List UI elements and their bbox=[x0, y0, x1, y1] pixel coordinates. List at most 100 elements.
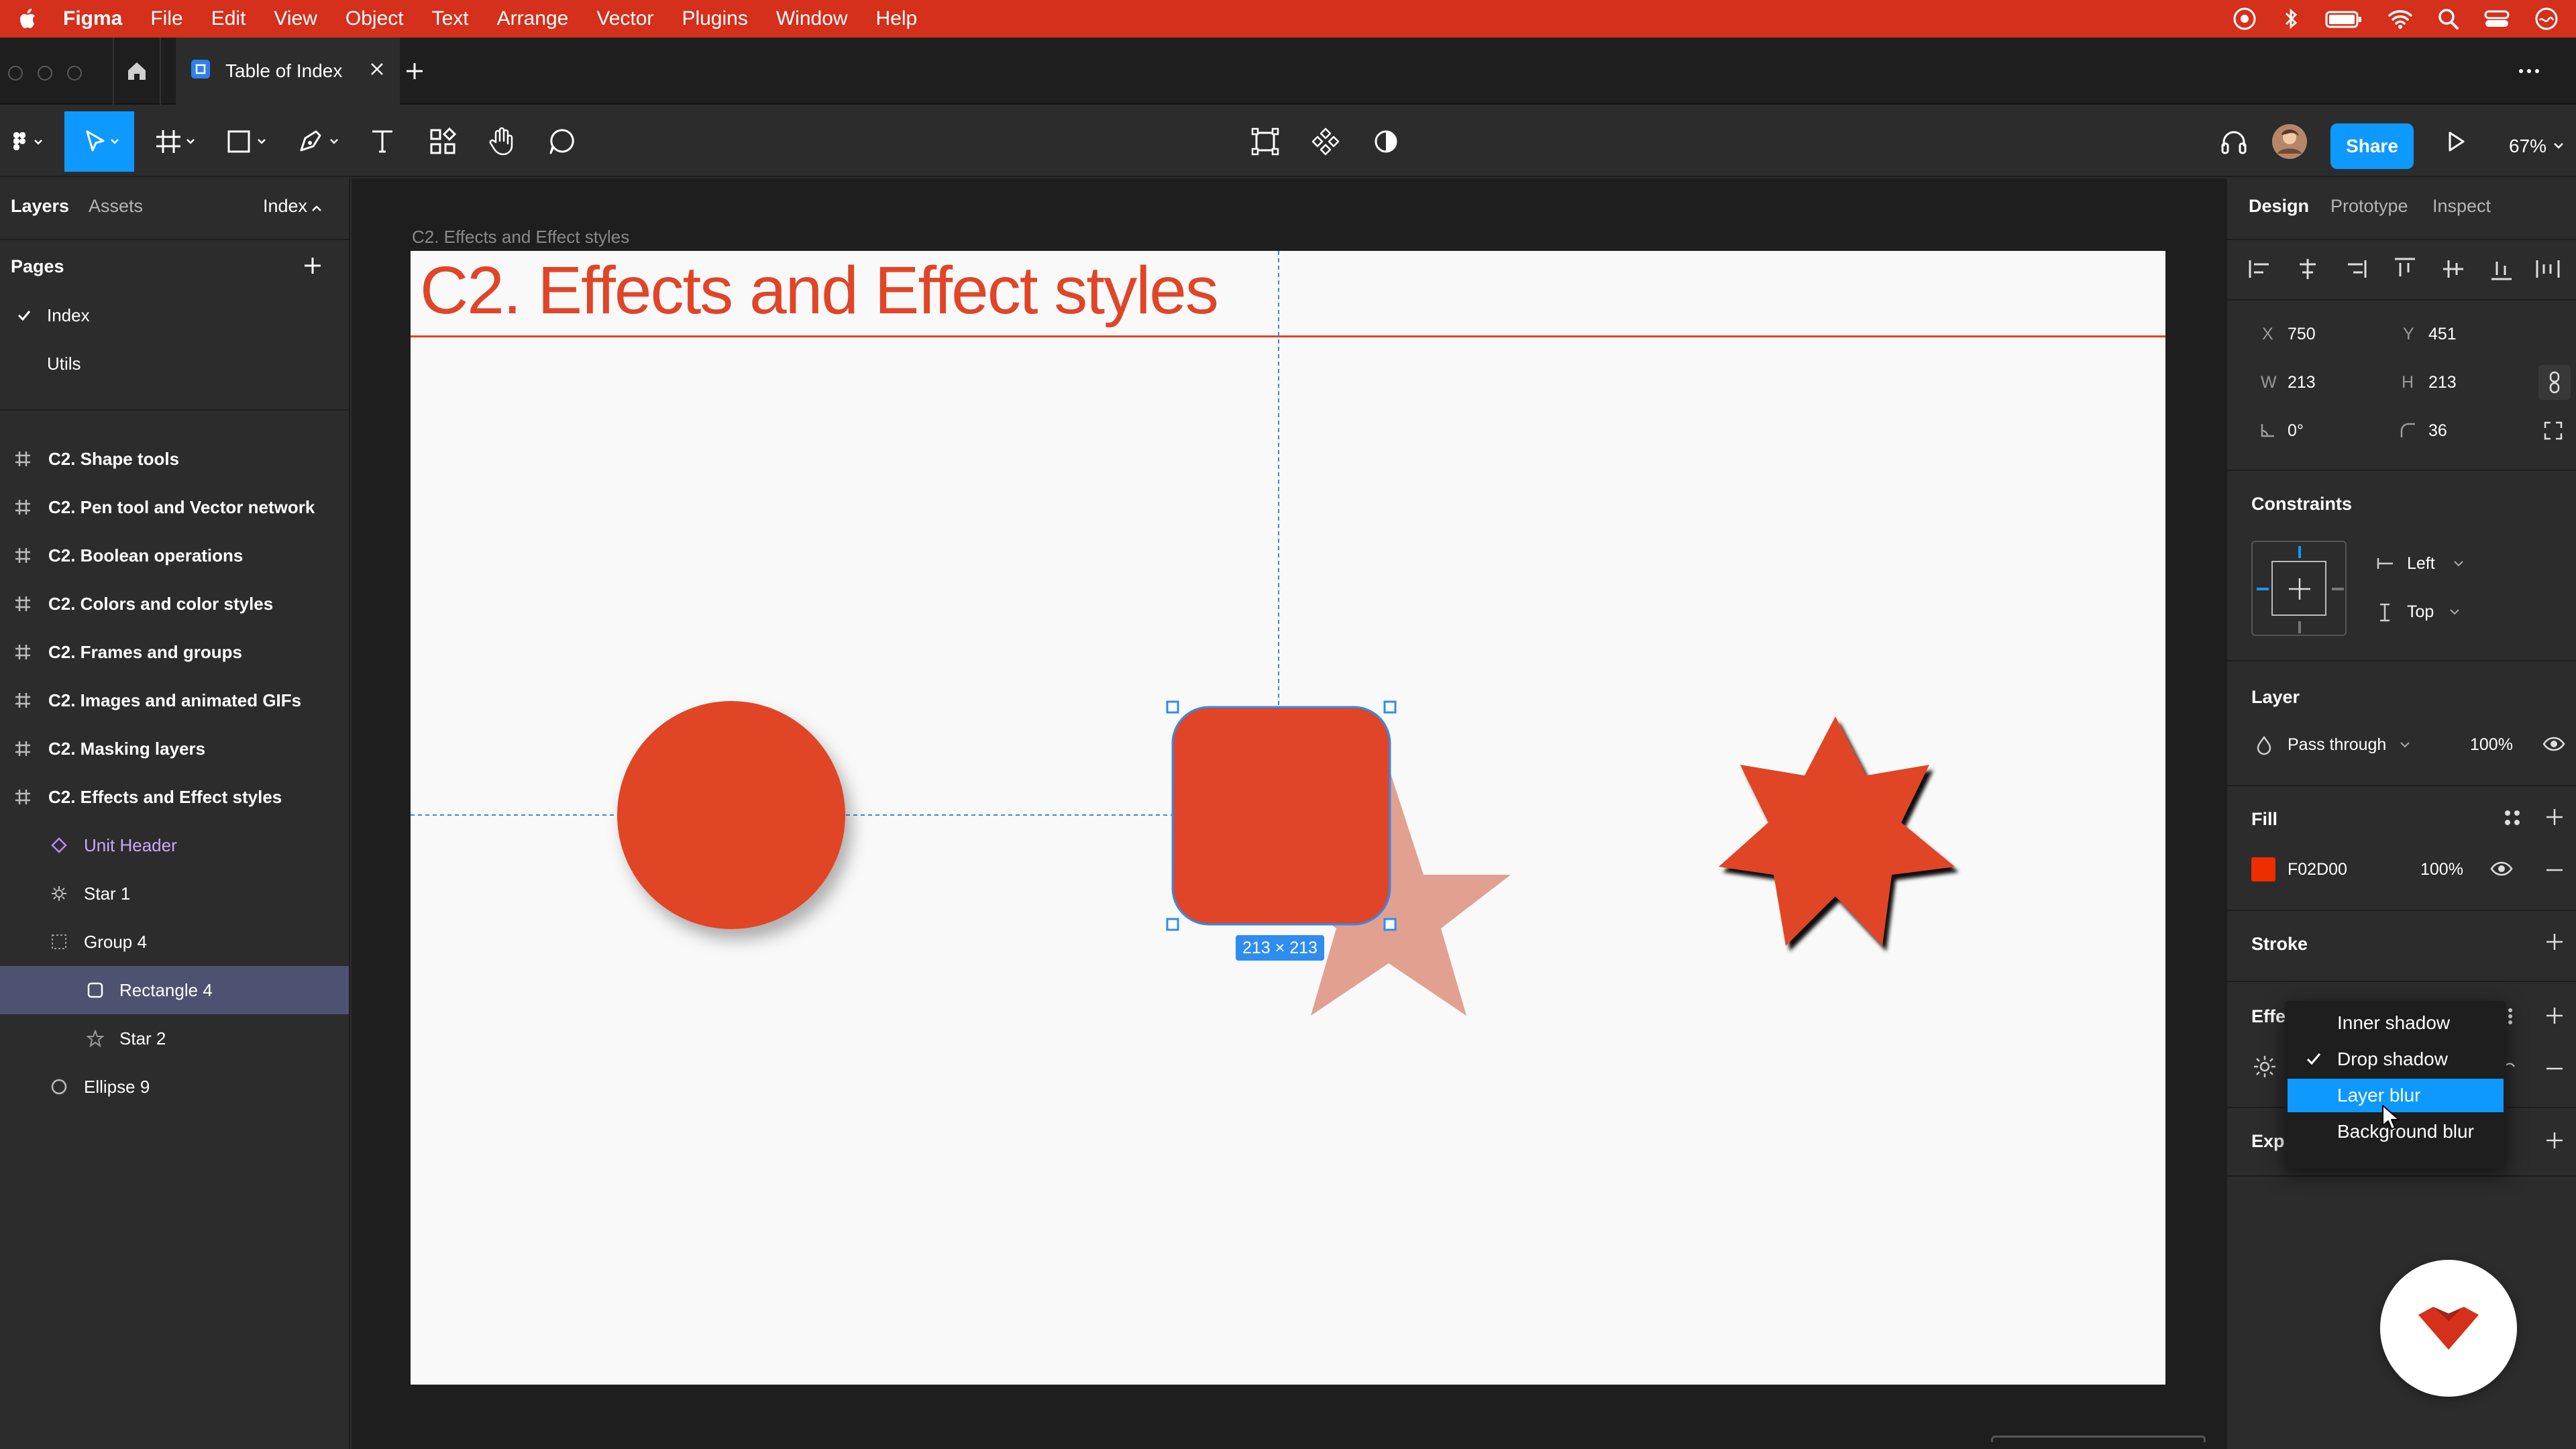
effect-option-inner-shadow[interactable]: Inner shadow bbox=[2288, 1006, 2504, 1040]
tab-layers[interactable]: Layers bbox=[11, 196, 69, 217]
window-close-control[interactable] bbox=[8, 66, 23, 80]
menu-plugins[interactable]: Plugins bbox=[682, 7, 747, 30]
hand-tool-button[interactable] bbox=[482, 111, 522, 172]
menu-vector[interactable]: Vector bbox=[596, 7, 653, 30]
layer-frame-pen-tool[interactable]: C2. Pen tool and Vector network bbox=[0, 483, 349, 531]
width-input[interactable]: 213 bbox=[2288, 373, 2316, 392]
layer-star-1[interactable]: Star 1 bbox=[0, 869, 349, 918]
wifi-icon[interactable] bbox=[2387, 5, 2414, 32]
creative-cloud-icon[interactable] bbox=[2231, 5, 2258, 32]
more-options-icon[interactable] bbox=[2516, 58, 2542, 88]
shape-tool-button[interactable] bbox=[216, 111, 276, 172]
frame-tool-button[interactable] bbox=[144, 111, 204, 172]
home-icon[interactable] bbox=[113, 38, 161, 105]
battery-icon[interactable] bbox=[2324, 5, 2364, 32]
frame-effects[interactable]: C2. Effects and Effect styles 213 × 213 bbox=[411, 251, 2165, 1385]
fill-hex-input[interactable]: F02D00 bbox=[2288, 860, 2347, 879]
menu-text[interactable]: Text bbox=[432, 7, 469, 30]
crop-tool-button[interactable] bbox=[1245, 111, 1285, 172]
control-center-icon[interactable] bbox=[2483, 5, 2510, 32]
constraint-top-active[interactable] bbox=[2298, 546, 2301, 558]
tab-prototype[interactable]: Prototype bbox=[2330, 196, 2408, 217]
tab-inspect[interactable]: Inspect bbox=[2432, 196, 2491, 217]
user-avatar[interactable] bbox=[2267, 111, 2312, 172]
tab-assets[interactable]: Assets bbox=[89, 196, 143, 217]
blend-mode-select[interactable]: Pass through bbox=[2288, 735, 2386, 755]
menu-edit[interactable]: Edit bbox=[211, 7, 246, 30]
comment-tool-button[interactable] bbox=[542, 111, 582, 172]
window-maximize-control[interactable] bbox=[67, 66, 82, 80]
tab-design[interactable]: Design bbox=[2249, 196, 2309, 217]
rotation-input[interactable]: 0° bbox=[2288, 421, 2304, 441]
constraint-right[interactable] bbox=[2332, 588, 2344, 590]
canvas[interactable]: C2. Effects and Effect styles C2. Effect… bbox=[352, 178, 2226, 1449]
page-item-index[interactable]: Index bbox=[0, 291, 349, 339]
horizontal-scrollbar[interactable] bbox=[1991, 1436, 2206, 1442]
layer-frame-boolean[interactable]: C2. Boolean operations bbox=[0, 531, 349, 580]
document-tab[interactable]: Table of Index bbox=[176, 38, 400, 105]
menu-arrange[interactable]: Arrange bbox=[497, 7, 569, 30]
add-stroke-icon[interactable] bbox=[2544, 931, 2565, 953]
layer-rectangle-4[interactable]: Rectangle 4 bbox=[0, 966, 349, 1014]
zoom-menu[interactable]: 67% bbox=[2509, 123, 2565, 169]
menu-help[interactable]: Help bbox=[876, 7, 918, 30]
menu-file[interactable]: File bbox=[150, 7, 182, 30]
pen-tool-button[interactable] bbox=[288, 111, 349, 172]
frame-name-label[interactable]: C2. Effects and Effect styles bbox=[412, 227, 629, 248]
spotlight-search-icon[interactable] bbox=[2436, 5, 2461, 32]
x-input[interactable]: 750 bbox=[2288, 325, 2316, 344]
remove-effect-icon[interactable] bbox=[2544, 1059, 2565, 1082]
layer-unit-header[interactable]: Unit Header bbox=[0, 821, 349, 869]
layer-frame-shape-tools[interactable]: C2. Shape tools bbox=[0, 435, 349, 483]
effect-settings-sun-icon[interactable] bbox=[2253, 1055, 2277, 1082]
menu-view[interactable]: View bbox=[274, 7, 317, 30]
window-minimize-control[interactable] bbox=[38, 66, 52, 80]
audio-call-button[interactable] bbox=[2214, 111, 2254, 172]
mask-button[interactable] bbox=[1366, 111, 1406, 172]
floating-logo-button[interactable] bbox=[2380, 1260, 2517, 1397]
page-item-utils[interactable]: Utils bbox=[0, 339, 349, 388]
constraint-bottom[interactable] bbox=[2298, 621, 2301, 633]
siri-icon[interactable] bbox=[2533, 5, 2560, 32]
y-input[interactable]: 451 bbox=[2428, 325, 2457, 344]
independent-corners-icon[interactable] bbox=[2542, 420, 2564, 445]
component-button[interactable] bbox=[1305, 111, 1346, 172]
share-button[interactable]: Share bbox=[2330, 123, 2414, 169]
constraints-widget[interactable] bbox=[2251, 541, 2347, 636]
layer-frame-masking[interactable]: C2. Masking layers bbox=[0, 724, 349, 773]
fill-visibility-eye-icon[interactable] bbox=[2490, 859, 2513, 882]
layer-group-4[interactable]: Group 4 bbox=[0, 918, 349, 966]
close-tab-icon[interactable] bbox=[369, 60, 385, 82]
bluetooth-icon[interactable] bbox=[2281, 5, 2301, 32]
corner-radius-input[interactable]: 36 bbox=[2428, 421, 2447, 441]
horizontal-constraint-select[interactable]: Left bbox=[2407, 554, 2435, 574]
menu-window[interactable]: Window bbox=[776, 7, 848, 30]
styles-grid-icon[interactable] bbox=[2501, 806, 2524, 833]
height-input[interactable]: 213 bbox=[2428, 373, 2457, 392]
eye-icon[interactable] bbox=[2542, 734, 2565, 757]
layer-star-2[interactable]: Star 2 bbox=[0, 1014, 349, 1063]
layer-opacity-input[interactable]: 100% bbox=[2470, 735, 2513, 755]
alignment-toolbar[interactable] bbox=[2246, 248, 2568, 288]
vertical-constraint-select[interactable]: Top bbox=[2407, 602, 2434, 622]
remove-fill-icon[interactable] bbox=[2544, 860, 2565, 883]
add-export-icon[interactable] bbox=[2544, 1130, 2565, 1151]
layer-frame-images[interactable]: C2. Images and animated GIFs bbox=[0, 676, 349, 724]
add-fill-icon[interactable] bbox=[2544, 806, 2565, 828]
page-switcher[interactable]: Index bbox=[263, 196, 307, 217]
menu-app-name[interactable]: Figma bbox=[63, 7, 122, 30]
layer-frame-colors[interactable]: C2. Colors and color styles bbox=[0, 580, 349, 628]
fill-opacity-input[interactable]: 100% bbox=[2420, 860, 2463, 879]
present-button[interactable] bbox=[2435, 111, 2475, 172]
add-page-icon[interactable] bbox=[301, 254, 325, 281]
main-menu-button[interactable] bbox=[0, 111, 54, 172]
layer-ellipse-9[interactable]: Ellipse 9 bbox=[0, 1063, 349, 1111]
effect-option-drop-shadow[interactable]: Drop shadow bbox=[2288, 1042, 2504, 1076]
text-tool-button[interactable] bbox=[362, 111, 402, 172]
move-tool-button[interactable] bbox=[64, 111, 134, 172]
add-effect-icon[interactable] bbox=[2544, 1005, 2565, 1026]
apple-icon[interactable] bbox=[15, 5, 42, 32]
constraint-left-active[interactable] bbox=[2257, 588, 2269, 590]
menu-object[interactable]: Object bbox=[345, 7, 404, 30]
new-tab-icon[interactable] bbox=[401, 58, 428, 88]
